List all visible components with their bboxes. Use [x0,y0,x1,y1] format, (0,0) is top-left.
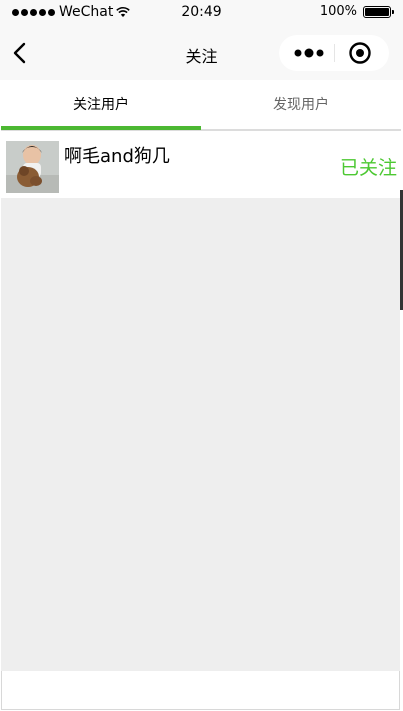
user-list: 啊毛and狗几 已关注 [1,135,400,671]
username: 啊毛and狗几 [64,146,170,167]
active-tab-indicator [1,126,201,130]
tab-following-users[interactable]: 关注用户 [1,80,201,131]
follow-status-button[interactable]: 已关注 [340,153,397,180]
menu-capsule [279,35,389,71]
avatar[interactable] [6,141,59,193]
user-row[interactable]: 啊毛and狗几 已关注 [1,135,400,198]
record-target-icon[interactable] [347,40,373,66]
capsule-divider [334,44,335,62]
more-dots-icon[interactable] [293,44,327,62]
status-right: 100% [319,4,394,19]
battery-icon [363,5,394,18]
battery-percent: 100% [319,4,357,19]
tab-bar: 关注用户 发现用户 [1,80,401,131]
navigation-bar: 关注 [0,26,403,80]
bottom-area [1,671,400,710]
status-bar: WeChat 20:49 100% [0,0,403,26]
tab-discover-users[interactable]: 发现用户 [201,80,401,131]
